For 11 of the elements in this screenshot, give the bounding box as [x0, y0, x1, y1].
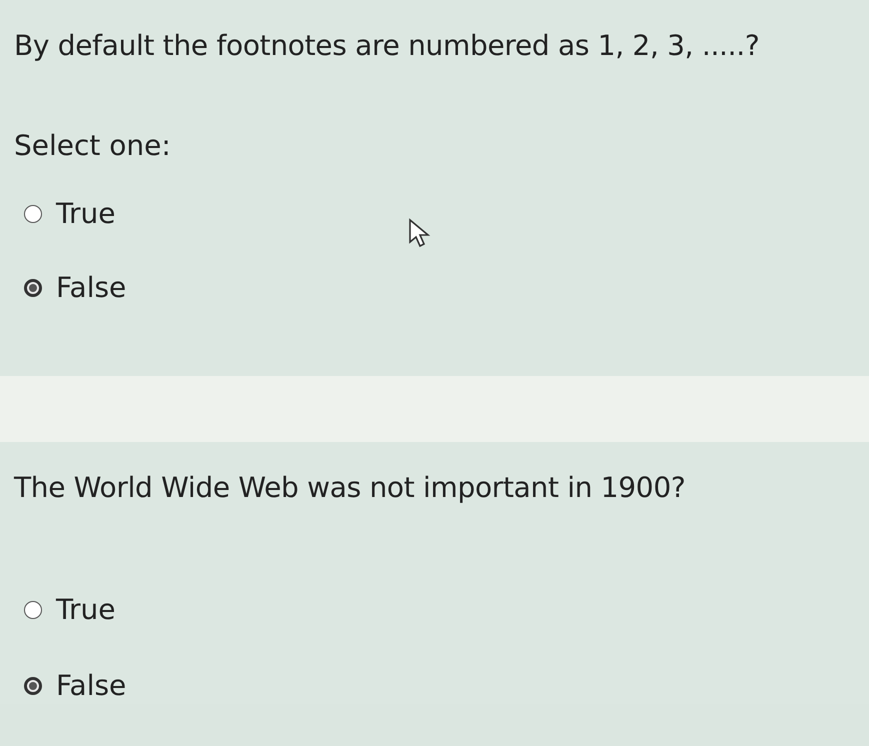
radio-button[interactable] — [24, 601, 42, 619]
option-label[interactable]: False — [56, 270, 126, 306]
instruction-text: Select one: — [14, 128, 172, 164]
option-label[interactable]: False — [56, 668, 126, 704]
radio-button[interactable] — [24, 205, 42, 223]
option-label[interactable]: True — [56, 196, 116, 232]
question-text: The World Wide Web was not important in 1900? — [14, 470, 686, 506]
question-text: By default the footnotes are numbered as 1, 2, 3, .....? — [14, 28, 760, 64]
radio-button[interactable] — [24, 279, 42, 297]
option-label[interactable]: True — [56, 592, 116, 628]
radio-button[interactable] — [24, 677, 42, 695]
